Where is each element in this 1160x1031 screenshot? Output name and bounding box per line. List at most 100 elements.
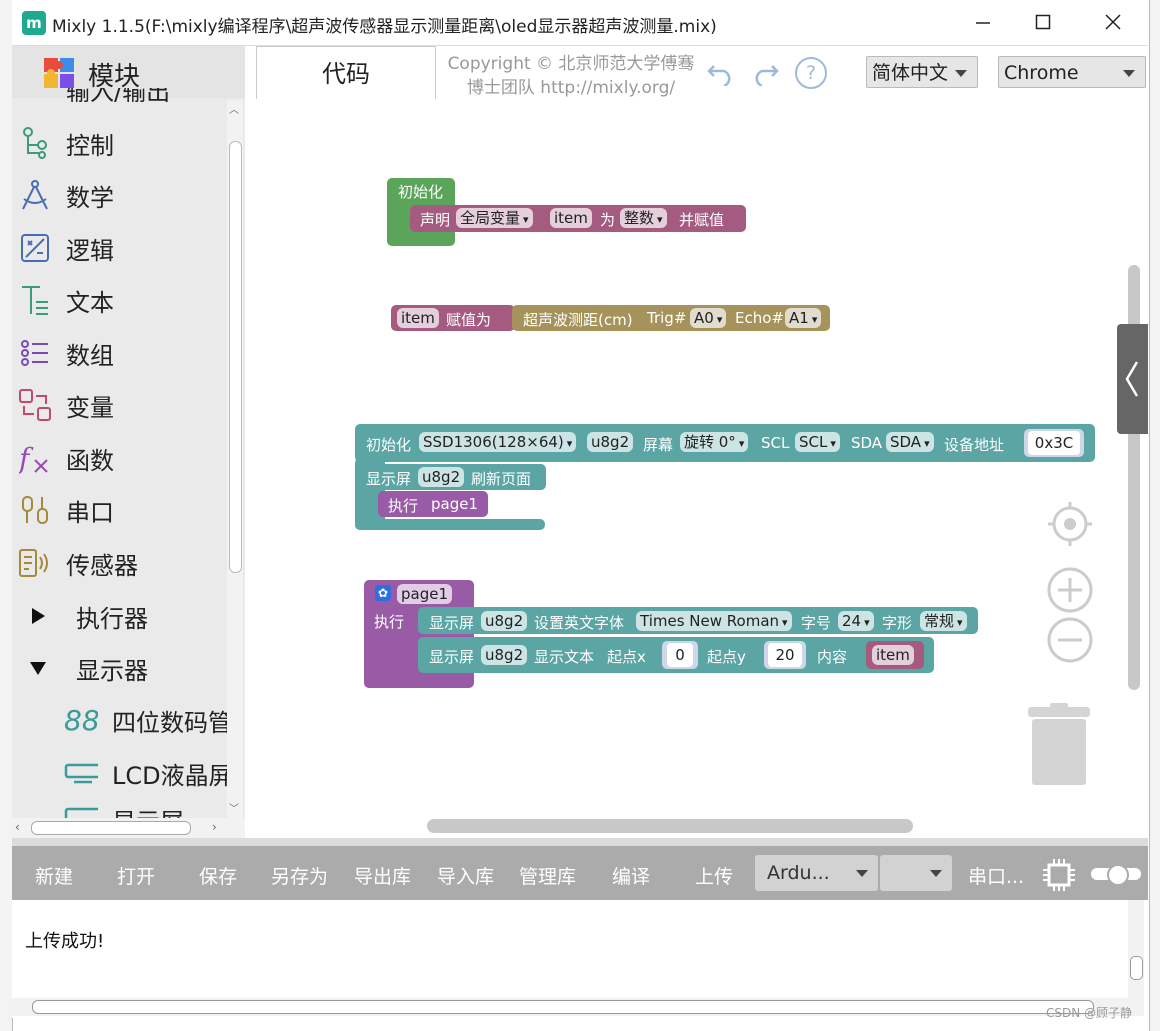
manage-lib-button[interactable]: 管理库 [519, 862, 576, 889]
sidebar-item-3[interactable]: 文本 [18, 277, 114, 323]
sidebar-item-8[interactable]: 传感器 [18, 540, 138, 586]
scroll-down-arrow-icon[interactable]: ﹀ [229, 800, 239, 815]
help-icon[interactable]: ? [795, 57, 827, 89]
sidebar-item-0[interactable]: 控制 [18, 120, 114, 166]
x-input[interactable]: 0 [667, 643, 693, 667]
chevron-left-icon [1125, 361, 1139, 397]
compass-icon [18, 178, 52, 212]
sidebar-item-label: 显示器 [76, 656, 148, 685]
sidebar-item-label: 数学 [66, 183, 114, 212]
display-name-field[interactable]: u8g2 [587, 432, 634, 452]
output-hscroll-thumb[interactable] [32, 1000, 1094, 1014]
sidebar-item-2[interactable]: 逻辑 [18, 225, 114, 271]
scroll-up-arrow-icon[interactable]: ︿ [229, 101, 239, 116]
chevron-down-icon [1123, 70, 1135, 77]
new-button[interactable]: 新建 [35, 862, 73, 889]
init-block-title: 初始化 [398, 183, 444, 201]
language-select[interactable]: 简体中文 [866, 56, 978, 88]
serial-monitor-button[interactable]: 串口... [968, 862, 1024, 889]
scroll-left-arrow-icon[interactable]: ‹ [15, 820, 20, 834]
sidebar-item-7[interactable]: 串口 [18, 487, 114, 533]
import-lib-button[interactable]: 导入库 [437, 862, 494, 889]
sidebar-item-11[interactable]: 88 四位数码管 [64, 697, 232, 743]
save-button[interactable]: 保存 [199, 862, 237, 889]
sidebar-item-label: 文本 [66, 288, 114, 317]
font-style-dropdown[interactable]: 常规 [920, 611, 967, 631]
sidebar-item-6[interactable]: f 函数 [18, 435, 114, 481]
open-button[interactable]: 打开 [117, 862, 155, 889]
variable-name-field[interactable]: item [550, 208, 592, 228]
sidebar-item-5[interactable]: 变量 [18, 382, 114, 428]
board-select[interactable]: Ardu... [755, 855, 878, 891]
procedure-name-field[interactable]: page1 [397, 584, 453, 604]
sidebar-item-label: 传感器 [66, 551, 138, 580]
browser-select[interactable]: Chrome [998, 56, 1146, 88]
toggle-switch[interactable] [1091, 864, 1141, 886]
sidebar-item-label: 显示屏 [112, 802, 184, 818]
chip-icon[interactable] [1042, 858, 1076, 892]
sidebar-item-4[interactable]: 数组 [18, 330, 114, 376]
output-vscroll-thumb[interactable] [1130, 956, 1143, 980]
oled-icon [64, 802, 98, 818]
sidebar-item-1[interactable]: 数学 [18, 172, 114, 218]
font-dropdown[interactable]: Times New Roman [636, 611, 792, 631]
assign-var-field[interactable]: item [397, 308, 439, 328]
type-dropdown[interactable]: 整数 [620, 208, 667, 228]
display-type-dropdown[interactable]: SSD1306(128×64) [419, 432, 577, 452]
port-select[interactable] [880, 855, 952, 891]
font-size-dropdown[interactable]: 24 [838, 611, 874, 631]
triangle-down-icon [28, 651, 48, 685]
workspace-hscroll-thumb[interactable] [427, 819, 913, 833]
sidebar-item-9[interactable]: 执行器 [28, 593, 148, 639]
font-display-name-field[interactable]: u8g2 [481, 611, 528, 631]
sidebar-item-label: 执行器 [76, 604, 148, 633]
scl-dropdown[interactable]: SCL [795, 432, 840, 452]
minimize-button[interactable] [960, 6, 1006, 40]
upload-button[interactable]: 上传 [695, 862, 733, 889]
trig-pin-dropdown[interactable]: A0 [690, 308, 727, 328]
recenter-icon[interactable] [1046, 500, 1094, 548]
export-lib-button[interactable]: 导出库 [354, 862, 411, 889]
close-button[interactable] [1090, 6, 1136, 40]
sidebar-item-12[interactable]: LCD液晶屏 [64, 750, 233, 796]
left-desktop-edge [0, 0, 12, 1031]
echo-pin-dropdown[interactable]: A1 [785, 308, 822, 328]
panel-splitter[interactable] [12, 838, 1148, 846]
zoom-in-icon[interactable] [1046, 566, 1094, 614]
sidebar-item-label: 函数 [66, 446, 114, 475]
output-hscroll[interactable] [12, 998, 1144, 1016]
window-title: Mixly 1.1.5(F:\mixly编译程序\超声波传感器显示测量距离\ol… [52, 17, 717, 37]
gear-icon[interactable]: ✿ [375, 585, 391, 601]
address-input[interactable]: 0x3C [1028, 431, 1080, 455]
content-var-field[interactable]: item [872, 645, 914, 665]
zoom-out-icon[interactable] [1046, 616, 1094, 664]
text-display-name-field[interactable]: u8g2 [481, 645, 528, 665]
redo-icon[interactable] [750, 60, 780, 86]
chevron-down-icon [856, 870, 868, 877]
output-vscroll[interactable] [1128, 900, 1144, 998]
upload-status-text: 上传成功! [25, 931, 105, 952]
right-desktop-edge [1149, 0, 1160, 1031]
undo-icon[interactable] [706, 60, 736, 86]
sidebar-item-10[interactable]: 显示器 [28, 645, 148, 691]
scope-dropdown[interactable]: 全局变量 [456, 208, 533, 228]
svg-text:88: 88 [64, 705, 98, 735]
maximize-button[interactable] [1020, 6, 1066, 40]
save-as-button[interactable]: 另存为 [271, 862, 328, 889]
rotation-dropdown[interactable]: 旋转 0° [680, 432, 749, 452]
trash-icon[interactable] [1026, 703, 1092, 787]
sidebar-hscroll-thumb[interactable] [31, 821, 191, 835]
sidebar-item-13[interactable]: 显示屏 [64, 802, 184, 818]
sidebar-item-io-partial[interactable]: 输入/输出 [18, 88, 223, 102]
refresh-name-field[interactable]: u8g2 [418, 467, 465, 487]
compile-button[interactable]: 编译 [612, 862, 650, 889]
sidebar-item-label: 变量 [66, 393, 114, 422]
digit-icon: 88 [64, 703, 98, 737]
sidebar-scroll-thumb[interactable] [229, 141, 242, 573]
side-panel-toggle[interactable] [1117, 324, 1148, 434]
sda-dropdown[interactable]: SDA [886, 432, 934, 452]
y-input[interactable]: 20 [768, 643, 802, 667]
text-icon [18, 283, 52, 317]
tab-code[interactable]: 代码 [256, 46, 436, 99]
scroll-right-arrow-icon[interactable]: › [212, 820, 217, 834]
